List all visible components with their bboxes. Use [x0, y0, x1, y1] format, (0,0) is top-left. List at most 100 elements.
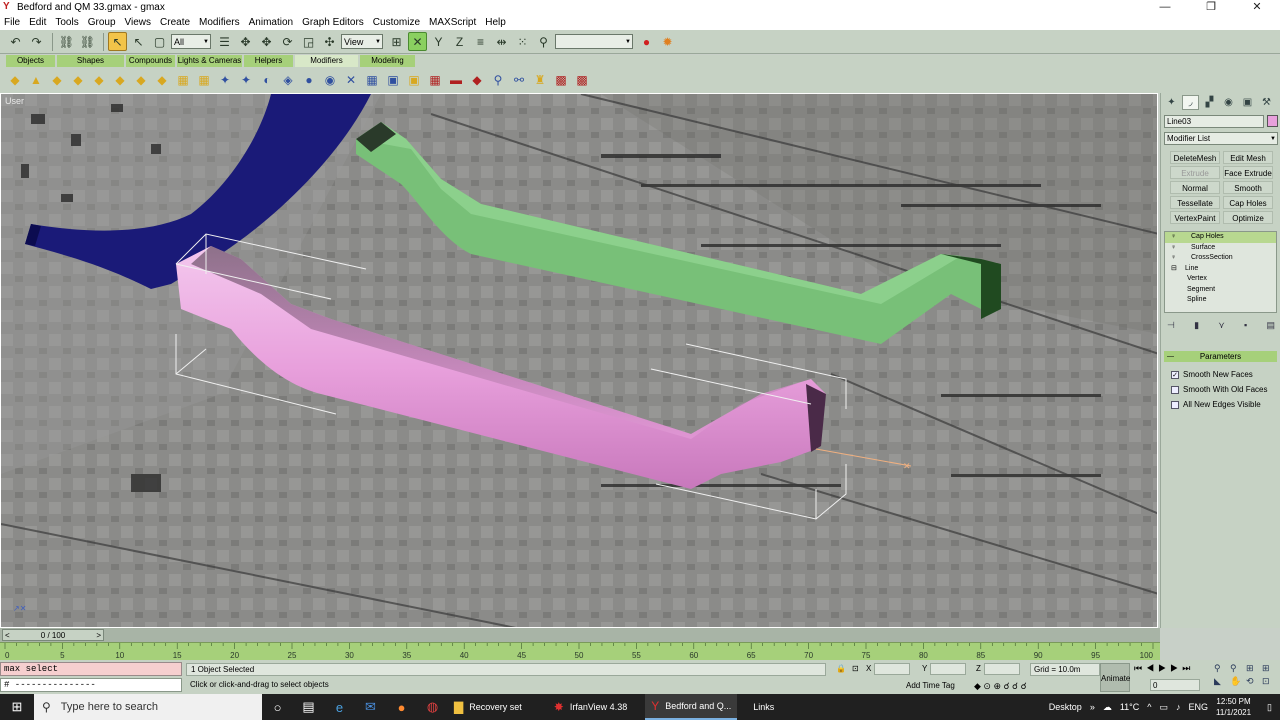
parameters-rollout-header[interactable]: Parameters: [1164, 351, 1277, 362]
extrude-button[interactable]: Extrude: [1170, 166, 1220, 179]
tessellate-icon[interactable]: ◆: [468, 71, 486, 89]
pin-stack-icon[interactable]: ⊣: [1167, 320, 1175, 331]
tab-helpers[interactable]: Helpers: [244, 55, 294, 67]
field-of-view-icon[interactable]: ◣: [1214, 676, 1230, 687]
zoom-all-icon[interactable]: ⚲: [1230, 663, 1246, 674]
select-by-name-list-icon[interactable]: ☰: [215, 32, 234, 51]
menu-edit[interactable]: Edit: [29, 17, 46, 28]
pivot-center-icon[interactable]: ⊞: [387, 32, 406, 51]
material-editor-icon[interactable]: ●: [637, 32, 656, 51]
language-indicator[interactable]: ENG: [1189, 702, 1209, 712]
motion-tab-icon[interactable]: ◉: [1220, 95, 1237, 110]
edge-browser-icon[interactable]: e: [324, 694, 355, 720]
stretch-modifier-icon[interactable]: ◆: [90, 71, 108, 89]
region-select-icon[interactable]: ▢: [150, 32, 169, 51]
lock-selection-icon[interactable]: 🔒: [836, 664, 846, 673]
tab-objects[interactable]: Objects: [6, 55, 56, 67]
task-view-icon[interactable]: ▤: [293, 694, 324, 720]
go-to-start-icon[interactable]: ⏮: [1134, 663, 1146, 673]
viewport-scene[interactable]: ✕: [1, 94, 1158, 628]
undo-icon[interactable]: ↶: [6, 32, 25, 51]
smooth-with-old-faces-checkbox[interactable]: Smooth With Old Faces: [1171, 385, 1267, 394]
move-constrained-icon[interactable]: ✥: [257, 32, 276, 51]
object-color-swatch[interactable]: [1267, 115, 1278, 127]
deletemesh-button[interactable]: DeleteMesh: [1170, 151, 1220, 164]
animate-button[interactable]: Animate: [1100, 663, 1130, 692]
lattice-modifier-icon[interactable]: ▦: [174, 71, 192, 89]
xform-modifier-icon[interactable]: ✕: [342, 71, 360, 89]
select-box-icon[interactable]: ▣: [405, 71, 423, 89]
cap-holes-button[interactable]: Cap Holes: [1223, 196, 1273, 209]
track-bar[interactable]: 0 5 10 15 20 25 30 35 40 45 50 55 60 65 70 75 80 85 90 95 10…: [0, 642, 1160, 660]
uvw-map-icon[interactable]: ✦: [216, 71, 234, 89]
move-icon[interactable]: ✥: [236, 32, 255, 51]
weather-temperature[interactable]: 11°C: [1120, 702, 1139, 712]
vertexpaint-button[interactable]: VertexPaint: [1170, 211, 1220, 224]
wave-modifier-icon[interactable]: ◆: [132, 71, 150, 89]
maximize-button[interactable]: ❐: [1188, 0, 1234, 14]
taskbar-search-box[interactable]: ⚲ Type here to search: [34, 694, 262, 720]
mirror-icon[interactable]: ⇹: [492, 32, 511, 51]
tab-modeling[interactable]: Modeling: [360, 55, 416, 67]
object-name-field[interactable]: Line03: [1164, 115, 1264, 128]
menu-create[interactable]: Create: [160, 17, 190, 28]
prev-key-icon[interactable]: ◀: [1146, 663, 1158, 673]
manipulate-icon[interactable]: ✣: [320, 32, 339, 51]
add-time-tag-button[interactable]: Add Time Tag: [906, 681, 955, 690]
menu-graph-editors[interactable]: Graph Editors: [302, 17, 364, 28]
named-selection-sets-dropdown[interactable]: [555, 34, 633, 49]
checkbox-unchecked[interactable]: [1171, 385, 1179, 394]
taskbar-links-toolbar[interactable]: Links: [747, 694, 780, 720]
desktop-toolbar[interactable]: Desktop: [1049, 702, 1082, 712]
stack-item-line[interactable]: ⊟ Line: [1165, 264, 1276, 275]
menu-views[interactable]: Views: [125, 17, 152, 28]
selection-filter-dropdown[interactable]: All: [171, 34, 211, 49]
tessellate-button[interactable]: Tessellate: [1170, 196, 1220, 209]
weather-cloud-icon[interactable]: ☁: [1103, 702, 1112, 713]
snap-icons[interactable]: ◆ ⊙ ⊕ ☌ ☌ ☌: [974, 681, 1027, 692]
smooth-button[interactable]: Smooth: [1223, 181, 1273, 194]
align-icon[interactable]: ⁙: [513, 32, 532, 51]
tab-modifiers[interactable]: Modifiers: [295, 55, 359, 67]
arc-rotate-icon[interactable]: ⟲: [1246, 676, 1262, 687]
menu-group[interactable]: Group: [88, 17, 116, 28]
time-slider-track[interactable]: < 0 / 100 >: [0, 628, 1160, 642]
taskbar-app-irfanview[interactable]: ✸ IrfanView 4.38: [548, 694, 633, 720]
configure-modifier-sets-icon[interactable]: ▤: [1266, 320, 1275, 331]
cylinder-object-icon[interactable]: ◉: [321, 71, 339, 89]
hierarchy-tab-icon[interactable]: ▞: [1201, 95, 1218, 110]
menu-file[interactable]: File: [4, 17, 20, 28]
spline-select-icon[interactable]: ⚲: [489, 71, 507, 89]
mesh-select-icon[interactable]: ◐: [258, 71, 276, 89]
maximize-viewport-icon[interactable]: ⊡: [1262, 676, 1278, 687]
stack-item-crosssection[interactable]: ♀ CrossSection: [1165, 253, 1276, 264]
viewport-label[interactable]: User: [5, 96, 24, 106]
unwrap-uvw-icon[interactable]: ✦: [237, 71, 255, 89]
opera-icon[interactable]: ◍: [417, 694, 448, 720]
select-and-link-icon[interactable]: ⛓: [57, 32, 76, 51]
tab-shapes[interactable]: Shapes: [57, 55, 125, 67]
windows-start-icon[interactable]: ⊞: [0, 694, 34, 720]
redo-icon[interactable]: ↷: [27, 32, 46, 51]
axis-constraint-xy-icon[interactable]: ✕: [408, 32, 427, 51]
x-coord-field[interactable]: [874, 663, 910, 675]
volume-icon[interactable]: ♪: [1176, 702, 1181, 712]
zoom-extents-all-icon[interactable]: ⊞: [1262, 663, 1278, 674]
play-icon[interactable]: ▶: [1158, 663, 1170, 673]
firefox-icon[interactable]: ●: [386, 694, 417, 720]
stack-item-vertex[interactable]: Vertex: [1165, 274, 1276, 285]
select-object-icon[interactable]: ↖: [108, 32, 127, 51]
stack-item-segment[interactable]: Segment: [1165, 285, 1276, 296]
utilities-tab-icon[interactable]: ⚒: [1258, 95, 1275, 110]
stack-item-spline[interactable]: Spline: [1165, 295, 1276, 306]
go-to-end-icon[interactable]: ⏭: [1182, 663, 1194, 673]
delete-mesh-icon[interactable]: ▦: [426, 71, 444, 89]
zoom-extents-icon[interactable]: ⊞: [1246, 663, 1262, 674]
axis-constraint-xz-icon[interactable]: ≡: [471, 32, 490, 51]
remove-modifier-icon[interactable]: ▪: [1244, 320, 1247, 331]
close-button[interactable]: ✕: [1234, 0, 1280, 14]
select-by-name-icon[interactable]: ↖: [129, 32, 148, 51]
mesh-smooth-icon[interactable]: ▬: [447, 71, 465, 89]
next-key-icon[interactable]: ▶: [1170, 663, 1182, 673]
unlink-icon[interactable]: ⛓: [78, 32, 97, 51]
